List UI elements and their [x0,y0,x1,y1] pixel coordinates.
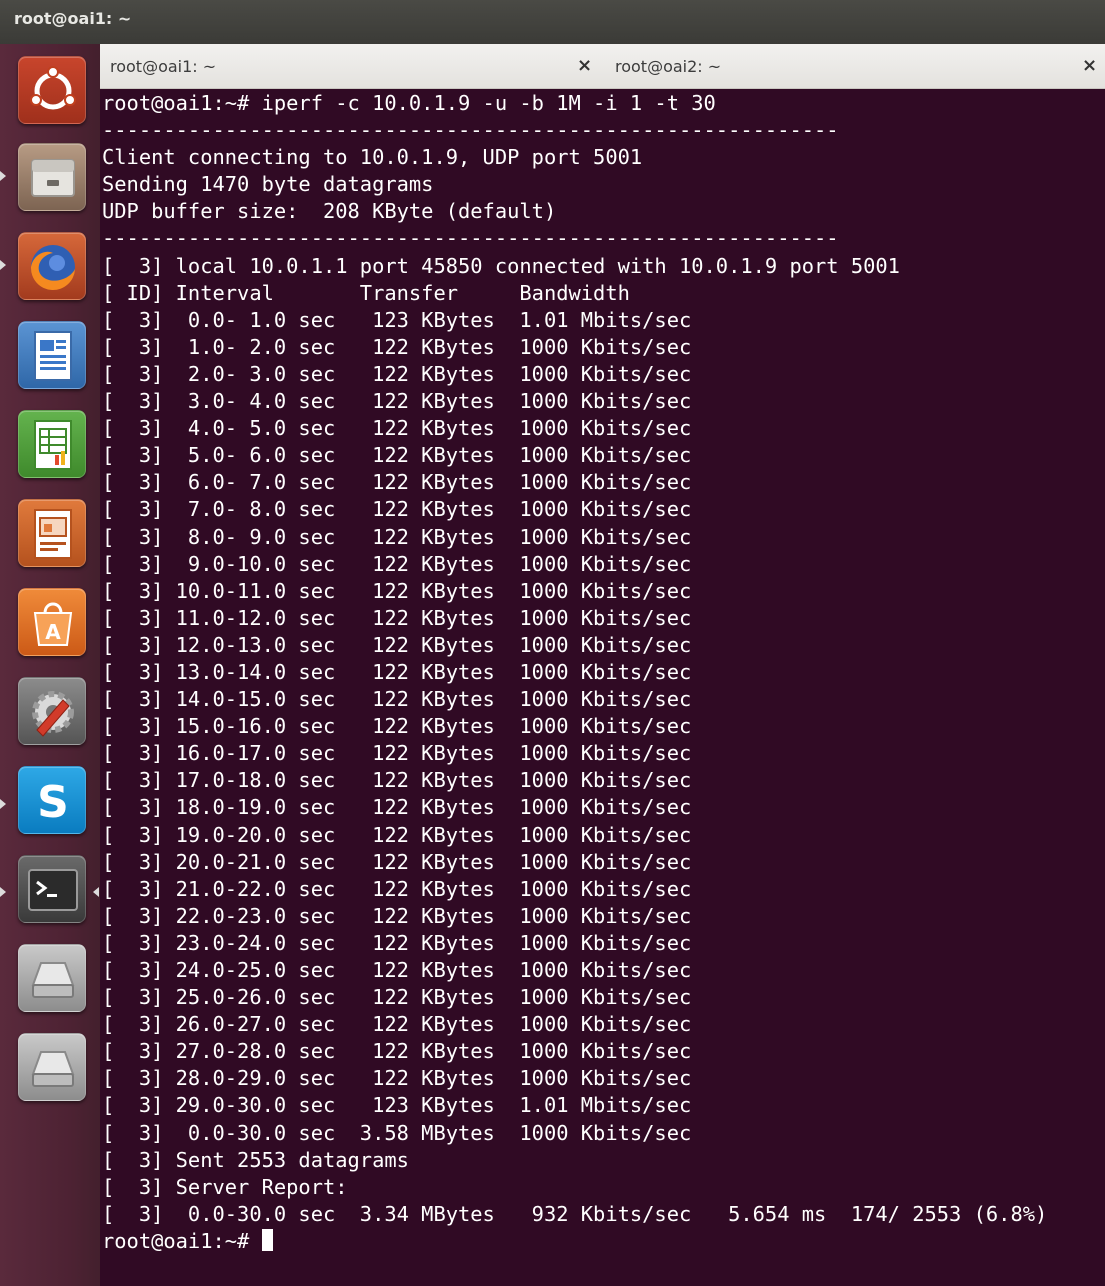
terminal-line: [ 3] 4.0- 5.0 sec 122 KBytes 1000 Kbits/… [102,416,692,441]
launcher-impress[interactable] [18,499,86,567]
terminal-line: Sending 1470 byte datagrams [102,172,434,197]
running-indicator [0,260,6,270]
terminal-line: [ 3] 11.0-12.0 sec 122 KBytes 1000 Kbits… [102,605,692,630]
terminal-line: UDP buffer size: 208 KByte (default) [102,199,557,224]
terminal-line: [ 3] 1.0- 2.0 sec 122 KBytes 1000 Kbits/… [102,334,692,359]
launcher-drive-2[interactable] [18,1033,86,1101]
terminal-line: [ 3] 27.0-28.0 sec 122 KBytes 1000 Kbits… [102,1039,692,1064]
terminal-line: [ 3] 24.0-25.0 sec 122 KBytes 1000 Kbits… [102,958,692,982]
launcher-writer[interactable] [18,321,86,389]
terminal-text: root@oai1:~# iperf -c 10.0.1.9 -u -b 1M … [102,90,1102,1255]
terminal-line: [ 3] 12.0-13.0 sec 122 KBytes 1000 Kbits… [102,632,692,657]
skype-icon: S [37,777,69,828]
calc-icon [34,420,72,470]
terminal-line: [ 3] 19.0-20.0 sec 122 KBytes 1000 Kbits… [102,822,692,847]
system-settings-icon [32,691,74,737]
launcher-terminal[interactable] [18,855,86,923]
terminal-line: [ 3] local 10.0.1.1 port 45850 connected… [102,253,900,278]
terminal-line: [ 3] 25.0-26.0 sec 122 KBytes 1000 Kbits… [102,985,692,1010]
terminal-line: [ 3] 14.0-15.0 sec 122 KBytes 1000 Kbits… [102,687,692,712]
launcher: A S [0,44,101,1286]
focused-indicator [93,887,99,897]
terminal-line: [ 3] 8.0- 9.0 sec 122 KBytes 1000 Kbits/… [102,524,692,549]
launcher-software-center[interactable]: A [18,588,86,656]
terminal-line: [ 3] 26.0-27.0 sec 122 KBytes 1000 Kbits… [102,1012,692,1037]
svg-text:S: S [37,777,69,828]
terminal-line: [ 3] 6.0- 7.0 sec 122 KBytes 1000 Kbits/… [102,470,692,495]
terminal-window: root@oai1: ~ × root@oai2: ~ × root@oai1:… [100,44,1105,1286]
terminal-line: ----------------------------------------… [102,226,839,251]
terminal-line: [ 3] 18.0-19.0 sec 122 KBytes 1000 Kbits… [102,795,692,820]
files-icon [31,159,75,197]
terminal-output[interactable]: root@oai1:~# iperf -c 10.0.1.9 -u -b 1M … [102,90,1102,1286]
terminal-line: [ 3] 3.0- 4.0 sec 122 KBytes 1000 Kbits/… [102,389,692,414]
close-icon[interactable]: × [1082,55,1097,76]
terminal-line: [ 3] 21.0-22.0 sec 122 KBytes 1000 Kbits… [102,876,692,901]
terminal-line: [ 3] 16.0-17.0 sec 122 KBytes 1000 Kbits… [102,741,692,766]
tab-oai2[interactable]: root@oai2: ~ × [605,44,1105,88]
terminal-line: [ 3] 9.0-10.0 sec 122 KBytes 1000 Kbits/… [102,551,692,576]
tab-bar: root@oai1: ~ × root@oai2: ~ × [100,44,1105,89]
terminal-line: [ 3] 22.0-23.0 sec 122 KBytes 1000 Kbits… [102,903,692,928]
tab-oai1[interactable]: root@oai1: ~ × [100,44,605,88]
terminal-line: [ 3] Sent 2553 datagrams [102,1147,409,1172]
window-title: root@oai1: ~ [14,9,132,28]
launcher-files[interactable] [18,143,86,211]
terminal-line: [ 3] 15.0-16.0 sec 122 KBytes 1000 Kbits… [102,714,692,739]
dash-home-icon [30,66,76,110]
terminal-line: [ 3] 28.0-29.0 sec 122 KBytes 1000 Kbits… [102,1066,692,1091]
terminal-line: [ 3] 0.0-30.0 sec 3.58 MBytes 1000 Kbits… [102,1120,692,1145]
running-indicator [0,799,6,809]
drive-icon [31,962,75,998]
software-center-icon: A [33,602,73,646]
text-cursor [261,1228,273,1251]
terminal-line: [ 3] 10.0-11.0 sec 122 KBytes 1000 Kbits… [102,578,692,603]
terminal-line: [ 3] 0.0- 1.0 sec 123 KBytes 1.01 Mbits/… [102,307,692,332]
terminal-line: [ 3] 17.0-18.0 sec 122 KBytes 1000 Kbits… [102,768,692,793]
terminal-line: [ 3] 5.0- 6.0 sec 122 KBytes 1000 Kbits/… [102,443,692,468]
launcher-skype[interactable]: S [18,766,86,834]
launcher-drive-1[interactable] [18,944,86,1012]
launcher-calc[interactable] [18,410,86,478]
svg-text:A: A [45,620,61,644]
top-panel: root@oai1: ~ [0,0,1105,44]
close-icon[interactable]: × [577,55,592,76]
terminal-line: [ 3] 7.0- 8.0 sec 122 KBytes 1000 Kbits/… [102,497,692,522]
terminal-line: [ 3] 29.0-30.0 sec 123 KBytes 1.01 Mbits… [102,1093,692,1118]
shell-prompt: root@oai1:~# [102,1228,262,1253]
terminal-line: [ 3] 2.0- 3.0 sec 122 KBytes 1000 Kbits/… [102,361,692,386]
terminal-line: Client connecting to 10.0.1.9, UDP port … [102,145,643,170]
tab-label: root@oai1: ~ [110,57,217,76]
desktop: root@oai1: ~ A S root@oai1: ~ × root@oai… [0,0,1105,1286]
impress-icon [34,509,72,559]
drive-icon [31,1051,75,1087]
prompt-line: root@oai1:~# [102,1228,1102,1255]
launcher-system-settings[interactable] [18,677,86,745]
terminal-line: [ 3] Server Report: [102,1174,348,1199]
running-indicator [0,171,6,181]
tab-label: root@oai2: ~ [615,57,722,76]
launcher-firefox[interactable] [18,232,86,300]
running-indicator [0,887,6,897]
terminal-line: [ 3] 0.0-30.0 sec 3.34 MBytes 932 Kbits/… [102,1201,1048,1226]
terminal-line: ----------------------------------------… [102,118,839,143]
writer-icon [34,331,72,381]
terminal-line: [ 3] 23.0-24.0 sec 122 KBytes 1000 Kbits… [102,930,692,955]
terminal-line: [ 3] 13.0-14.0 sec 122 KBytes 1000 Kbits… [102,659,692,684]
firefox-icon [30,245,75,291]
terminal-line: root@oai1:~# iperf -c 10.0.1.9 -u -b 1M … [102,91,716,115]
terminal-line: [ ID] Interval Transfer Bandwidth [102,280,630,305]
launcher-dash-home[interactable] [18,56,86,124]
terminal-line: [ 3] 20.0-21.0 sec 122 KBytes 1000 Kbits… [102,849,692,874]
terminal-icon [28,869,78,911]
